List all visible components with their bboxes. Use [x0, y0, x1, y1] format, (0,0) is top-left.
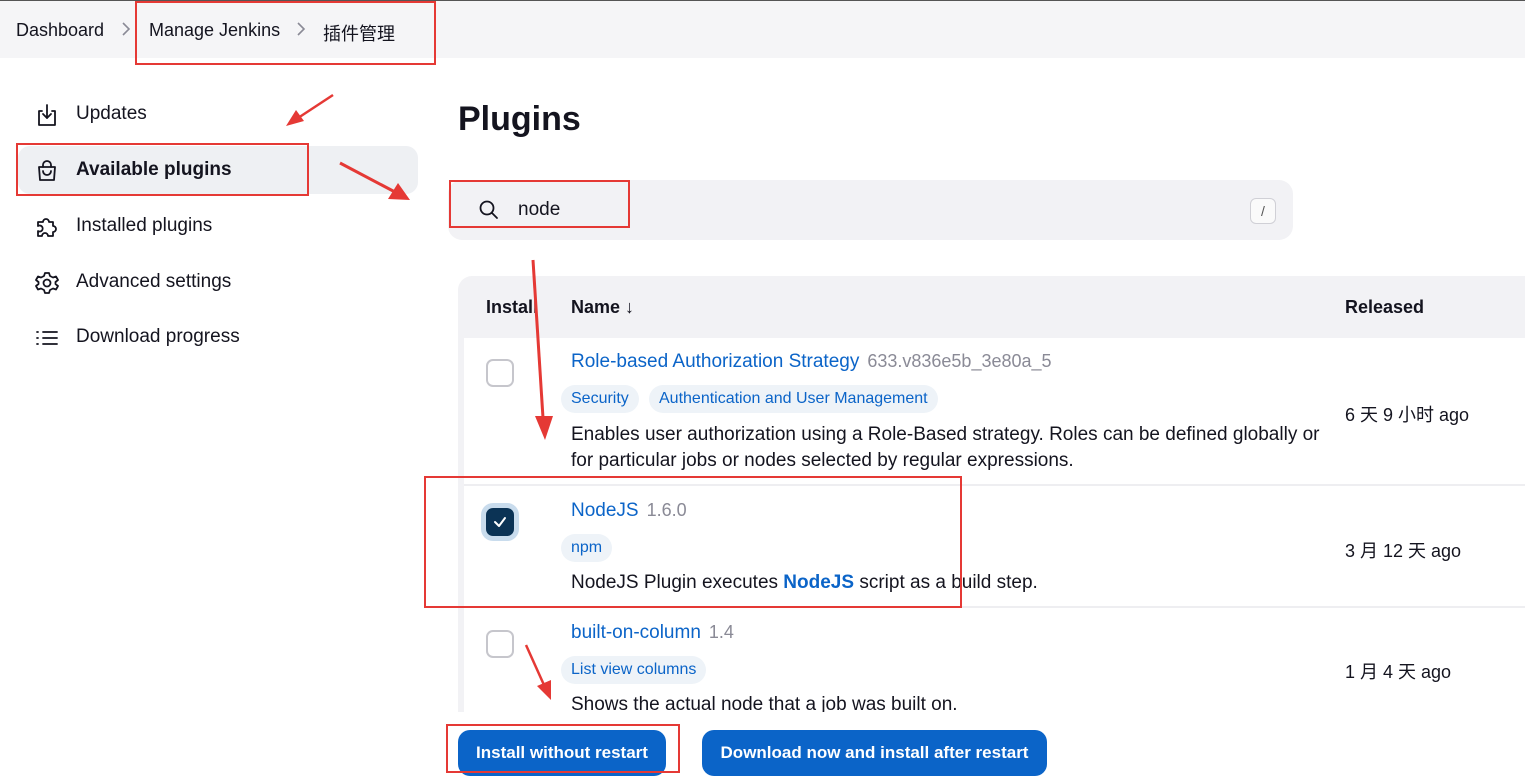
plugin-name[interactable]: built-on-column: [571, 622, 701, 643]
plugin-name-link[interactable]: Role-based Authorization Strategy 633.v83…: [571, 351, 1052, 373]
annotation-box: [449, 180, 630, 228]
column-header-install: Install: [486, 297, 539, 317]
plugin-version: 1.4: [708, 622, 734, 642]
chevron-right-icon: [121, 20, 131, 43]
column-header-name[interactable]: Name ↓: [571, 297, 634, 318]
plugin-description: Enables user authorization using a Role-…: [571, 424, 1320, 471]
sidebar-item-download-progress[interactable]: Download progress: [18, 313, 418, 361]
install-checkbox[interactable]: [486, 359, 514, 387]
annotation-box: [424, 476, 962, 608]
annotation-box: [446, 724, 680, 773]
table-row: Role-based Authorization Strategy 633.v83…: [464, 338, 1525, 484]
released-date: 1 月 4 天 ago: [1345, 662, 1452, 682]
keyboard-shortcut-hint: /: [1250, 198, 1276, 224]
download-install-after-restart-button[interactable]: Download now and install after restart: [702, 730, 1047, 776]
sidebar-item-updates[interactable]: Updates: [18, 90, 418, 138]
released-date: 3 月 12 天 ago: [1345, 541, 1462, 561]
annotation-box: [16, 143, 309, 196]
sidebar-item-label: Updates: [76, 103, 147, 124]
table-row: built-on-column 1.4 List view columns Sho…: [464, 608, 1525, 716]
column-header-released[interactable]: Released: [1345, 297, 1424, 318]
sidebar-item-label: Download progress: [76, 326, 240, 347]
puzzle-icon: [34, 214, 60, 240]
tag-security[interactable]: Security: [561, 385, 639, 413]
sidebar-item-advanced-settings[interactable]: Advanced settings: [18, 258, 418, 306]
download-icon: [34, 102, 60, 128]
tag-list-view-columns[interactable]: List view columns: [561, 656, 707, 684]
plugin-name-link[interactable]: built-on-column 1.4: [571, 622, 734, 644]
tag-authentication[interactable]: Authentication and User Management: [649, 385, 938, 413]
plugin-version: 633.v836e5b_3e80a_5: [867, 351, 1052, 371]
sidebar-item-installed-plugins[interactable]: Installed plugins: [18, 202, 418, 250]
breadcrumb-dashboard[interactable]: Dashboard: [16, 20, 104, 41]
list-icon: [34, 325, 60, 351]
sidebar-item-label: Installed plugins: [76, 215, 213, 236]
annotation-box: [135, 1, 436, 65]
install-checkbox[interactable]: [486, 630, 514, 658]
gear-icon: [34, 270, 60, 296]
plugin-name[interactable]: Role-based Authorization Strategy: [571, 351, 859, 372]
sidebar-item-label: Advanced settings: [76, 271, 232, 292]
page-title: Plugins: [458, 100, 581, 138]
released-date: 6 天 9 小时 ago: [1345, 405, 1470, 425]
